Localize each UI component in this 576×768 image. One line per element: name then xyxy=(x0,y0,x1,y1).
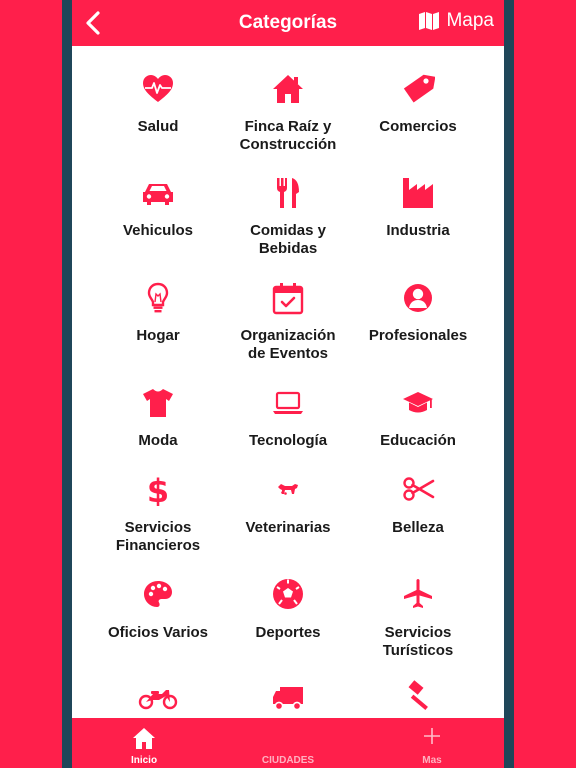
device-frame-left xyxy=(62,0,72,768)
category-label: Oficios Varios xyxy=(107,624,209,641)
category-hogar[interactable]: Hogar xyxy=(86,281,230,344)
category-tecnologia[interactable]: Tecnología xyxy=(216,386,360,449)
category-comercios[interactable]: Comercios xyxy=(346,72,490,135)
category-motos[interactable] xyxy=(86,680,230,714)
soccer-ball-icon xyxy=(273,579,303,609)
gavel-icon xyxy=(408,680,428,710)
graduation-cap-icon xyxy=(403,392,433,413)
fork-knife-icon xyxy=(277,178,299,208)
nav-bar: Categorías Mapa xyxy=(72,0,504,46)
category-label-line2: Construcción xyxy=(239,136,337,153)
category-label-line1: Finca Raíz y xyxy=(244,118,332,135)
tab-bar: Inicio CIUDADES Mas xyxy=(72,718,504,768)
category-oficios[interactable]: Oficios Varios xyxy=(86,577,230,641)
category-label: Salud xyxy=(137,118,179,135)
tab-label: Mas xyxy=(422,755,442,766)
category-transporte[interactable] xyxy=(216,680,360,714)
map-label: Mapa xyxy=(446,10,494,31)
tab-mas[interactable]: Mas xyxy=(360,718,504,768)
category-deportes[interactable]: Deportes xyxy=(216,577,360,641)
home-icon xyxy=(133,728,155,749)
light-bulb-icon xyxy=(147,282,169,313)
price-tag-icon xyxy=(403,74,435,103)
t-shirt-icon xyxy=(143,389,173,417)
category-label-line2: Turísticos xyxy=(382,642,454,659)
tab-label: Inicio xyxy=(130,755,158,766)
category-label: Moda xyxy=(138,432,178,449)
map-button[interactable]: Mapa xyxy=(418,10,494,32)
tab-ciudades[interactable]: CIUDADES xyxy=(216,718,360,768)
category-profesionales[interactable]: Profesionales xyxy=(346,281,490,344)
motorcycle-icon xyxy=(138,690,178,710)
category-label: Educación xyxy=(380,432,456,449)
device-frame-right xyxy=(504,0,514,768)
category-label: Vehiculos xyxy=(122,222,194,239)
airplane-icon xyxy=(404,579,432,608)
factory-icon xyxy=(403,178,433,208)
category-eventos[interactable]: Organización de Eventos xyxy=(216,281,360,362)
dollar-icon: $ xyxy=(147,472,169,506)
category-comidas[interactable]: Comidas y Bebidas xyxy=(216,176,360,257)
category-label: Deportes xyxy=(255,624,321,641)
category-label: Industria xyxy=(386,222,450,239)
category-label-line2: Financieros xyxy=(115,537,201,554)
category-label: Tecnología xyxy=(248,432,328,449)
dog-icon xyxy=(278,484,298,495)
house-icon xyxy=(273,75,303,103)
category-legal[interactable] xyxy=(346,680,490,714)
category-label-line1: Comidas y xyxy=(250,222,326,239)
category-label: Comercios xyxy=(379,118,457,135)
category-label-line1: Organización xyxy=(240,327,336,344)
category-salud[interactable]: Salud xyxy=(86,72,230,135)
svg-text:$: $ xyxy=(147,472,169,506)
user-circle-icon xyxy=(404,284,432,312)
heart-pulse-icon xyxy=(143,75,173,102)
plus-icon xyxy=(424,728,440,744)
category-grid: Salud Finca Raíz y Construcción Comercio… xyxy=(72,46,504,718)
category-industria[interactable]: Industria xyxy=(346,176,490,239)
map-icon xyxy=(419,12,440,30)
category-label-line2: Bebidas xyxy=(258,240,318,257)
calendar-check-icon xyxy=(272,283,304,315)
category-label: Hogar xyxy=(136,327,180,344)
category-label: Profesionales xyxy=(368,327,468,344)
category-label-line2: de Eventos xyxy=(247,345,329,362)
category-turisticos[interactable]: Servicios Turísticos xyxy=(346,577,490,659)
tab-label: CIUDADES xyxy=(261,755,315,766)
category-vehiculos[interactable]: Vehiculos xyxy=(86,176,230,239)
category-label: Belleza xyxy=(392,519,444,536)
category-label-line1: Servicios xyxy=(124,519,192,536)
car-icon xyxy=(143,184,173,205)
category-finca-raiz[interactable]: Finca Raíz y Construcción xyxy=(216,72,360,153)
category-label-line1: Servicios xyxy=(384,624,452,641)
category-label: Veterinarias xyxy=(245,519,331,536)
tab-inicio[interactable]: Inicio xyxy=(72,718,216,768)
app-screen: Categorías Mapa Salud Finca Raíz y Const… xyxy=(72,0,504,768)
category-belleza[interactable]: Belleza xyxy=(346,472,490,536)
category-moda[interactable]: Moda xyxy=(86,386,230,449)
category-educacion[interactable]: Educación xyxy=(346,386,490,449)
laptop-icon xyxy=(273,391,303,414)
palette-icon xyxy=(144,581,172,607)
truck-icon xyxy=(273,687,303,711)
scissors-icon xyxy=(403,477,435,501)
category-financieros[interactable]: $ Servicios Financieros xyxy=(86,472,230,554)
category-veterinarias[interactable]: Veterinarias xyxy=(216,472,360,536)
